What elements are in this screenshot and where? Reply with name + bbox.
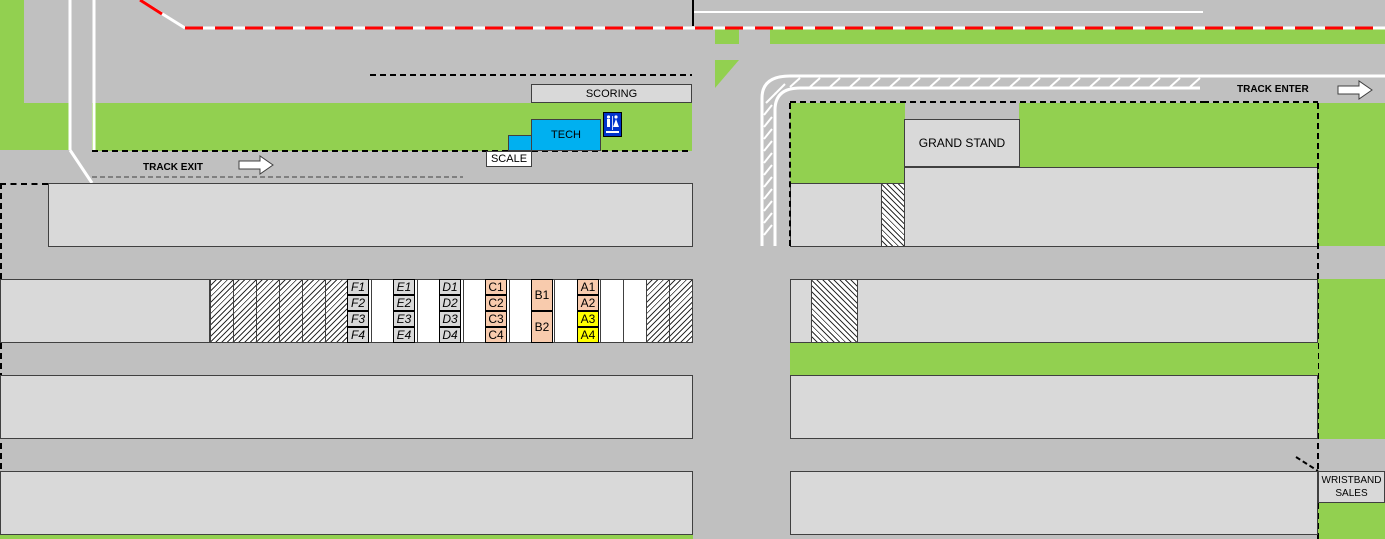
- empty-space: [417, 280, 440, 342]
- pit-spot-f2[interactable]: F2: [347, 295, 369, 311]
- dashed-boundary-left-top: [0, 183, 48, 185]
- grass-right-edge-top: [1318, 103, 1385, 246]
- hatched-space: [669, 280, 692, 342]
- pit-spot-b1[interactable]: B1: [531, 279, 553, 311]
- wristband-label-line1: WRISTBAND: [1321, 475, 1382, 486]
- pit-spot-c3[interactable]: C3: [485, 311, 507, 327]
- tech-building[interactable]: TECH: [531, 119, 601, 151]
- hatched-space: [256, 280, 279, 342]
- restroom-icon[interactable]: [603, 112, 622, 137]
- empty-space: [463, 280, 486, 342]
- grass-bottom-left: [0, 535, 693, 539]
- hatched-space: [302, 280, 325, 342]
- hatched-space: [646, 280, 669, 342]
- pit-spot-b2[interactable]: B2: [531, 311, 553, 343]
- pit-spot-e4[interactable]: E4: [393, 327, 415, 343]
- pit-spot-c1[interactable]: C1: [485, 279, 507, 295]
- grand-stand-label: GRAND STAND: [918, 136, 1006, 150]
- grass-grandstand-left: [790, 103, 905, 183]
- parking-block-right-2[interactable]: [790, 375, 1318, 439]
- empty-space: [371, 280, 394, 342]
- tech-small-annex: [508, 135, 532, 151]
- parking-block-3[interactable]: [0, 375, 693, 439]
- empty-space: [600, 280, 623, 342]
- pit-spot-a4[interactable]: A4: [577, 327, 599, 343]
- right-arrow-icon: [1337, 80, 1373, 100]
- parking-block-right-3[interactable]: [790, 471, 1318, 535]
- grass-right-edge-mid: [1318, 279, 1385, 439]
- pit-spot-c2[interactable]: C2: [485, 295, 507, 311]
- pit-spot-d1[interactable]: D1: [439, 279, 461, 295]
- pit-spot-d2[interactable]: D2: [439, 295, 461, 311]
- dashed-boundary-gs: [789, 103, 791, 246]
- track-enter-label: TRACK ENTER: [1237, 84, 1309, 95]
- scale-building[interactable]: SCALE: [486, 151, 532, 167]
- pit-spot-e2[interactable]: E2: [393, 295, 415, 311]
- hatched-space: [325, 280, 348, 342]
- scoring-building[interactable]: SCORING: [531, 84, 692, 103]
- parking-block-gs-large[interactable]: [904, 167, 1318, 247]
- pit-spot-f1[interactable]: F1: [347, 279, 369, 295]
- pit-spot-c4[interactable]: C4: [485, 327, 507, 343]
- pit-spot-a1[interactable]: A1: [577, 279, 599, 295]
- grass-grandstand-right: [1019, 103, 1318, 167]
- pit-spot-a3[interactable]: A3: [577, 311, 599, 327]
- track-lines: [68, 0, 1385, 472]
- empty-space: [554, 280, 577, 342]
- right-arrow-icon: [238, 155, 274, 175]
- pit-spot-a2[interactable]: A2: [577, 295, 599, 311]
- hatched-space: [210, 280, 233, 342]
- parking-block-4[interactable]: [0, 471, 693, 535]
- pit-spot-e3[interactable]: E3: [393, 311, 415, 327]
- pit-spot-e1[interactable]: E1: [393, 279, 415, 295]
- wristband-sales-booth[interactable]: WRISTBAND SALES: [1318, 471, 1385, 503]
- hatched-area-right: [811, 280, 858, 342]
- empty-space: [509, 280, 532, 342]
- parking-block-gs-small[interactable]: [790, 183, 882, 247]
- empty-space: [623, 280, 646, 342]
- pit-spot-f4[interactable]: F4: [347, 327, 369, 343]
- hatched-space: [279, 280, 302, 342]
- hatched-space: [233, 280, 256, 342]
- grand-stand-building[interactable]: GRAND STAND: [904, 119, 1020, 167]
- parking-block-right-1[interactable]: [790, 279, 1318, 343]
- parking-block-1[interactable]: [48, 183, 693, 247]
- pit-spot-d3[interactable]: D3: [439, 311, 461, 327]
- tech-label: TECH: [551, 129, 581, 141]
- hatched-area-gs: [881, 183, 905, 247]
- track-exit-label: TRACK EXIT: [143, 162, 203, 173]
- pit-spot-f3[interactable]: F3: [347, 311, 369, 327]
- scale-label: SCALE: [490, 153, 528, 165]
- wristband-label-line2: SALES: [1335, 488, 1368, 499]
- grass-right-edge-bottom: [1318, 503, 1385, 539]
- scoring-label: SCORING: [585, 87, 638, 100]
- parking-block-pit-left[interactable]: [0, 279, 210, 343]
- grass-right-strip: [790, 343, 1318, 375]
- pit-spot-d4[interactable]: D4: [439, 327, 461, 343]
